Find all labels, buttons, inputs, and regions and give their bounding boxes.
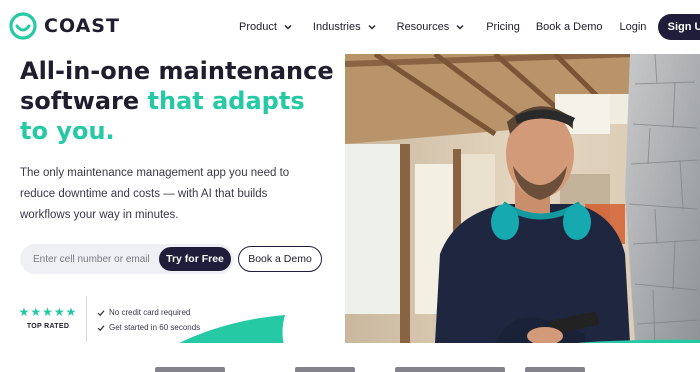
nav-resources-label: Resources	[396, 21, 450, 33]
nav-resources[interactable]: Resources	[397, 21, 466, 33]
nav-login-label: Login	[619, 21, 647, 33]
technician-photo	[345, 54, 700, 343]
chevron-down-icon	[284, 25, 292, 30]
chevron-down-icon	[456, 25, 464, 30]
nav-book-demo-label: Book a Demo	[535, 21, 603, 33]
brand-logo[interactable]: COAST	[8, 11, 120, 41]
signup-button[interactable]: Sign Up	[658, 14, 700, 40]
star-rating-icon: ★★★★★	[18, 305, 78, 319]
nav-industries-label: Industries	[312, 21, 361, 33]
nav-product[interactable]: Product	[239, 21, 293, 33]
nav-book-demo[interactable]: Book a Demo	[536, 21, 603, 33]
nav-login[interactable]: Login	[619, 21, 646, 33]
trust-divider	[86, 296, 87, 342]
brand-name: COAST	[44, 15, 120, 37]
signup-form: Try for Free	[20, 244, 234, 274]
top-rated-label: TOP RATED	[26, 323, 70, 330]
cut-off-heading-preview	[155, 367, 585, 372]
coast-logo-icon	[9, 12, 37, 40]
hero-photo	[345, 54, 700, 343]
chevron-down-icon	[368, 25, 376, 30]
nav-product-label: Product	[239, 21, 277, 33]
main-nav: Product Industries Resources Pricing Boo…	[239, 0, 700, 54]
cta-row: Try for Free Book a Demo	[20, 244, 322, 274]
hero-subtitle: The only maintenance management app you …	[20, 167, 290, 221]
try-for-free-button[interactable]: Try for Free	[159, 247, 231, 271]
checkmark-icon	[97, 309, 105, 316]
top-rated-badge: ★★★★★ TOP RATED	[18, 305, 78, 330]
next-section-preview	[0, 343, 700, 372]
checkmark-icon	[97, 324, 105, 331]
nav-industries[interactable]: Industries	[313, 21, 377, 33]
hero-title: All-in-one maintenance software that ada…	[20, 56, 340, 146]
phone-email-input[interactable]	[20, 244, 160, 274]
book-demo-button[interactable]: Book a Demo	[238, 246, 322, 272]
nav-pricing[interactable]: Pricing	[486, 21, 520, 33]
site-header: COAST Product Industries Resources Prici…	[0, 0, 700, 54]
nav-pricing-label: Pricing	[486, 21, 520, 33]
